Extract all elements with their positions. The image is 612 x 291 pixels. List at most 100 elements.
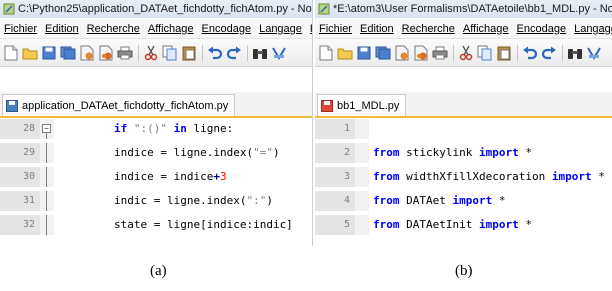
code-token: ":" [246, 194, 267, 207]
toolbar [0, 39, 312, 67]
toolbar-separator [453, 44, 454, 61]
code-text: indice = ligne.index("=") [114, 146, 280, 159]
code-line[interactable]: 5 from DATAetInit import * [315, 215, 612, 235]
code-token: import [478, 218, 519, 231]
file-tab-label: application_DATAet_fichdotty_fichAtom.py [22, 99, 229, 112]
code-token: "=" [253, 146, 273, 159]
title-bar[interactable]: *E:\atom3\User Formalisms\DATAetoile\bb1… [315, 0, 612, 18]
menu-edition[interactable]: Edition [41, 23, 83, 35]
undo-icon[interactable] [207, 45, 223, 61]
code-line[interactable]: 1 [315, 119, 612, 139]
fold-line-icon [46, 167, 47, 187]
close-all-icon[interactable] [413, 45, 429, 61]
paste-icon[interactable] [181, 45, 197, 61]
menu-recherche[interactable]: Recherche [83, 23, 144, 35]
code-token: indice = ligne.index( [114, 146, 254, 159]
line-number: 3 [343, 171, 350, 182]
code-editor[interactable]: 1 2 from stickylink import * 3 from widthXfi… [315, 118, 612, 246]
toolbar-separator [202, 44, 203, 61]
file-tab[interactable]: bb1_MDL.py [317, 94, 407, 116]
close-icon[interactable] [79, 45, 95, 61]
menu-fichier[interactable]: Fichier [0, 23, 41, 35]
line-number: 4 [343, 195, 350, 206]
code-token: if [114, 122, 134, 135]
cut-icon[interactable] [143, 45, 159, 61]
code-token: DATAetInit [406, 218, 479, 231]
save-all-icon[interactable] [375, 45, 391, 61]
title-bar[interactable]: C:\Python25\application_DATAet_fichdotty… [0, 0, 312, 18]
menu-affichage[interactable]: Affichage [144, 23, 198, 35]
menu-encodage[interactable]: Encodage [513, 23, 571, 35]
code-line[interactable]: 30 indice = indice+3 [0, 167, 312, 187]
redo-icon[interactable] [541, 45, 557, 61]
fold-margin [355, 215, 369, 235]
copy-icon[interactable] [162, 45, 178, 61]
menu-bar: Fichier Edition Recherche Affichage Enco… [0, 19, 312, 39]
close-icon[interactable] [394, 45, 410, 61]
fold-line-icon [46, 215, 47, 235]
menu-langage[interactable]: Langage [570, 23, 612, 35]
menu-encodage[interactable]: Encodage [198, 23, 256, 35]
fold-margin[interactable] [40, 119, 54, 139]
print-icon[interactable] [117, 45, 133, 61]
code-line[interactable]: 29 indice = ligne.index("=") [0, 143, 312, 163]
undo-icon[interactable] [522, 45, 538, 61]
code-token: 3 [219, 170, 227, 183]
menu-edition[interactable]: Edition [356, 23, 398, 35]
notepad-app-icon [3, 3, 15, 15]
redo-icon[interactable] [226, 45, 242, 61]
code-editor[interactable]: 28 if ":()" in ligne: 29 indice = ligne.ind… [0, 118, 312, 246]
line-number: 30 [22, 171, 35, 182]
save-icon[interactable] [356, 45, 372, 61]
fold-margin [355, 143, 369, 163]
line-number: 31 [22, 195, 35, 206]
new-file-icon[interactable] [3, 45, 19, 61]
fold-margin [40, 191, 54, 211]
code-text: state = ligne[indice:indic] [114, 218, 293, 231]
fold-margin [40, 215, 54, 235]
fold-line-icon [46, 143, 47, 163]
code-token: DATAet [406, 194, 453, 207]
open-file-icon[interactable] [22, 45, 38, 61]
line-number-gutter: 31 [0, 191, 40, 211]
new-file-icon[interactable] [318, 45, 334, 61]
code-token: from [373, 146, 407, 159]
tab-bar: bb1_MDL.py [315, 92, 612, 118]
save-all-icon[interactable] [60, 45, 76, 61]
save-icon[interactable] [41, 45, 57, 61]
menu-langage[interactable]: Langage [255, 23, 306, 35]
code-line[interactable]: 32 state = ligne[indice:indic] [0, 215, 312, 235]
code-line[interactable]: 31 indic = ligne.index(":") [0, 191, 312, 211]
cut-icon[interactable] [458, 45, 474, 61]
replace-icon[interactable] [271, 45, 287, 61]
file-tab[interactable]: application_DATAet_fichdotty_fichAtom.py [2, 94, 236, 116]
toolbar-separator [247, 44, 248, 61]
close-all-icon[interactable] [98, 45, 114, 61]
fold-line-icon [46, 191, 47, 211]
menu-affichage[interactable]: Affichage [459, 23, 513, 35]
toolbar-separator [517, 44, 518, 61]
menu-parametres[interactable]: Pa [306, 23, 312, 35]
print-icon[interactable] [432, 45, 448, 61]
paste-icon[interactable] [496, 45, 512, 61]
fold-margin [355, 119, 369, 139]
line-number: 32 [22, 219, 35, 230]
menu-recherche[interactable]: Recherche [398, 23, 459, 35]
open-file-icon[interactable] [337, 45, 353, 61]
code-text: from stickylink import * [373, 146, 532, 159]
code-line[interactable]: 2 from stickylink import * [315, 143, 612, 163]
copy-icon[interactable] [477, 45, 493, 61]
code-text: indice = indice+3 [114, 170, 227, 183]
menu-fichier[interactable]: Fichier [315, 23, 356, 35]
tab-bar: application_DATAet_fichdotty_fichAtom.py [0, 92, 312, 118]
code-line[interactable]: 4 from DATAet import * [315, 191, 612, 211]
window-title: *E:\atom3\User Formalisms\DATAetoile\bb1… [333, 3, 612, 15]
replace-icon[interactable] [586, 45, 602, 61]
code-line[interactable]: 28 if ":()" in ligne: [0, 119, 312, 139]
find-icon[interactable] [252, 45, 268, 61]
code-line[interactable]: 3 from widthXfillXdecoration import * [315, 167, 612, 187]
find-icon[interactable] [567, 45, 583, 61]
fold-margin [40, 143, 54, 163]
line-number: 1 [343, 123, 350, 134]
fold-margin [355, 167, 369, 187]
